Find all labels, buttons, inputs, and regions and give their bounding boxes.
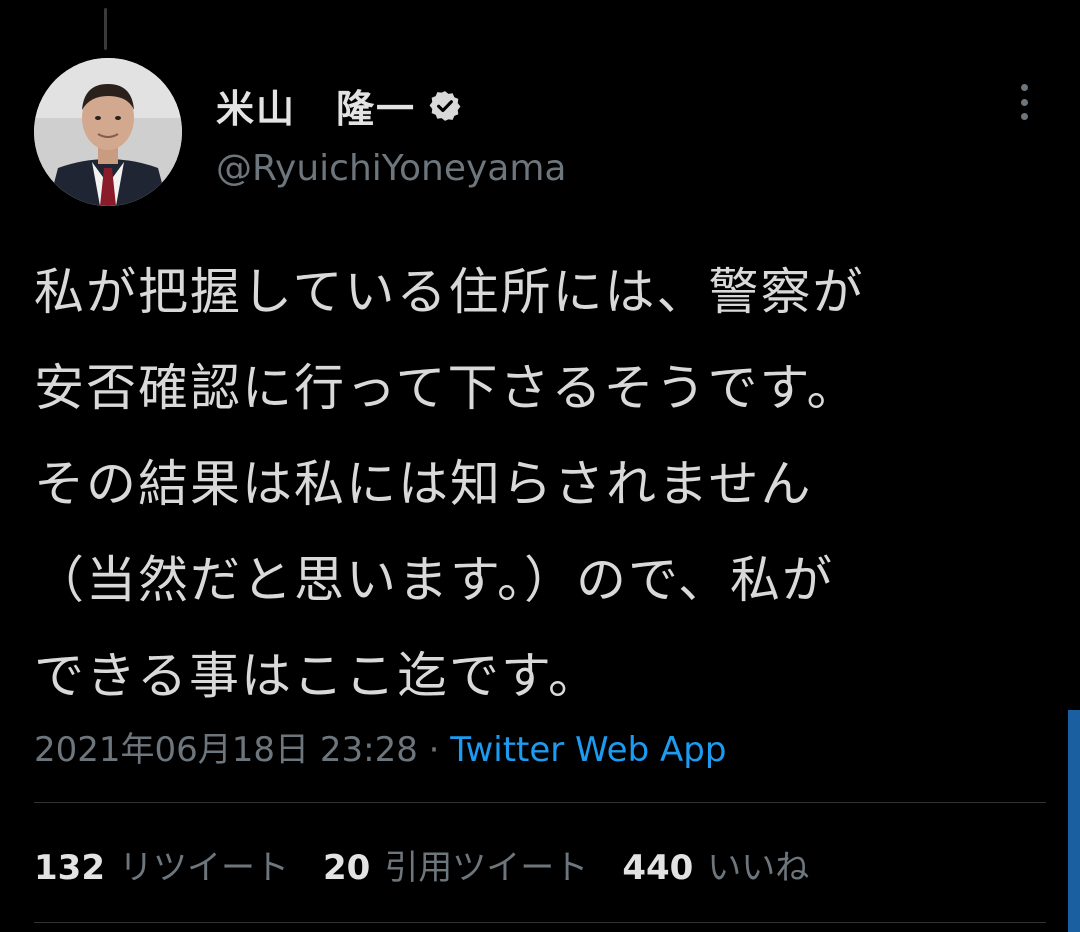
- retweets-stat[interactable]: 132 リツイート: [34, 840, 289, 889]
- divider: [34, 922, 1046, 923]
- tweet-text-line: その結果は私には知らされません: [34, 455, 813, 513]
- tweet-text-line: 私が把握している住所には、警察が: [34, 263, 865, 321]
- meta-separator: ·: [417, 730, 451, 770]
- tweet-stats: 132 リツイート 20 引用ツイート 440 いいね: [34, 840, 843, 889]
- likes-count: 440: [622, 848, 694, 888]
- tweet-source-link[interactable]: Twitter Web App: [450, 730, 726, 770]
- likes-stat[interactable]: 440 いいね: [622, 840, 809, 889]
- author-display-name[interactable]: 米山 隆一: [216, 78, 416, 133]
- retweets-count: 132: [34, 848, 105, 888]
- quotes-stat[interactable]: 20 引用ツイート: [323, 840, 588, 889]
- more-vertical-icon-dot: [1020, 113, 1028, 120]
- quotes-count: 20: [322, 848, 371, 888]
- author-handle[interactable]: @RyuichiYoneyama: [216, 148, 566, 189]
- author-name-row: 米山 隆一: [216, 78, 462, 133]
- quotes-label: 引用ツイート: [384, 848, 589, 888]
- tweet-text-line: 安否確認に行って下さるそうです。: [34, 359, 859, 417]
- verified-badge-icon: [428, 89, 462, 123]
- divider: [34, 802, 1046, 803]
- likes-label: いいね: [707, 848, 810, 888]
- tweet-meta: 2021年06月18日 23:28 · Twitter Web App: [34, 722, 726, 771]
- avatar-photo: [34, 58, 182, 206]
- more-vertical-icon: [1020, 84, 1028, 91]
- scrollbar[interactable]: [1068, 710, 1080, 932]
- tweet-timestamp[interactable]: 2021年06月18日 23:28: [34, 730, 418, 770]
- thread-connector-line: [104, 8, 107, 50]
- more-vertical-icon-dot: [1020, 98, 1028, 106]
- avatar[interactable]: [34, 58, 182, 206]
- tweet-text: 私が把握している住所には、警察が 安否確認に行って下さるそうです。 その結果は私…: [34, 244, 1044, 724]
- retweets-label: リツイート: [118, 848, 289, 888]
- tweet-text-line: できる事はここ迄です。: [34, 647, 600, 705]
- more-options-button[interactable]: [1006, 84, 1042, 120]
- tweet-text-line: （当然だと思います。）ので、私が: [34, 551, 834, 609]
